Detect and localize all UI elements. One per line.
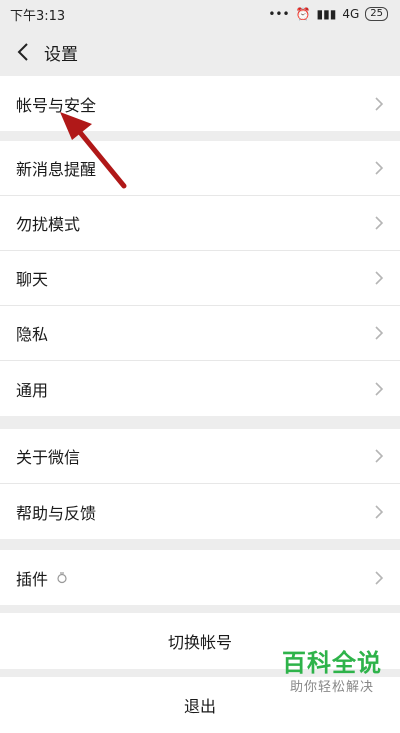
chevron-right-icon	[375, 271, 384, 285]
settings-group-plugins: 插件	[0, 550, 400, 605]
logout-label: 退出	[183, 697, 216, 716]
settings-item-label: 帐号与安全	[16, 95, 97, 115]
chevron-right-icon	[375, 570, 384, 585]
settings-item-privacy[interactable]: 隐私	[0, 306, 400, 361]
alarm-icon: ⏰	[295, 7, 311, 21]
back-button[interactable]	[12, 41, 34, 63]
plugin-icon	[57, 571, 67, 583]
settings-item-label: 勿扰模式	[16, 215, 81, 234]
chevron-right-icon	[375, 381, 384, 396]
settings-item-label: 隐私	[16, 325, 49, 344]
settings-item-about[interactable]: 关于微信	[0, 429, 400, 484]
chevron-right-icon	[375, 504, 384, 519]
settings-item-help-feedback[interactable]: 帮助与反馈	[0, 484, 400, 539]
watermark-title: 百科全说	[282, 649, 382, 677]
chevron-right-icon	[375, 96, 384, 111]
settings-item-label: 帮助与反馈	[16, 503, 97, 523]
settings-item-account-security[interactable]: 帐号与安全	[0, 76, 400, 131]
nav-bar: 设置	[0, 28, 400, 76]
settings-item-label: 通用	[16, 380, 49, 400]
chevron-right-icon	[375, 216, 384, 230]
status-icons: ••• ⏰ ▮▮▮ 4G 25	[268, 7, 388, 21]
chevron-right-icon	[375, 326, 384, 340]
settings-group-account: 帐号与安全	[0, 76, 400, 131]
settings-item-content: 插件	[16, 566, 68, 590]
settings-group-about: 关于微信 帮助与反馈	[0, 429, 400, 539]
settings-item-label: 聊天	[16, 270, 49, 289]
chevron-left-icon	[17, 43, 28, 61]
status-bar: 下午3:13 ••• ⏰ ▮▮▮ 4G 25	[0, 0, 400, 28]
watermark-subtitle: 助你轻松解决	[289, 680, 374, 695]
status-time: 下午3:13	[10, 8, 66, 24]
battery-icon: 25	[365, 7, 388, 21]
settings-item-chat[interactable]: 聊天	[0, 251, 400, 306]
settings-item-label: 新消息提醒	[16, 160, 97, 179]
network-label: 4G	[342, 7, 360, 21]
page-title: 设置	[44, 44, 78, 65]
chevron-right-icon	[375, 449, 384, 463]
switch-account-label: 切换帐号	[167, 633, 232, 652]
dots-icon: •••	[268, 7, 290, 21]
chevron-right-icon	[375, 161, 384, 175]
settings-item-do-not-disturb[interactable]: 勿扰模式	[0, 196, 400, 251]
settings-item-general[interactable]: 通用	[0, 361, 400, 416]
signal-icon: ▮▮▮	[316, 7, 337, 21]
settings-group-general: 新消息提醒 勿扰模式 聊天 隐私 通用	[0, 141, 400, 416]
settings-item-label: 关于微信	[16, 448, 81, 467]
watermark-logo: 百科全说 助你轻松解决	[282, 650, 382, 695]
settings-item-notifications[interactable]: 新消息提醒	[0, 141, 400, 196]
settings-item-plugins[interactable]: 插件	[0, 550, 400, 605]
settings-item-label: 插件	[16, 569, 49, 589]
